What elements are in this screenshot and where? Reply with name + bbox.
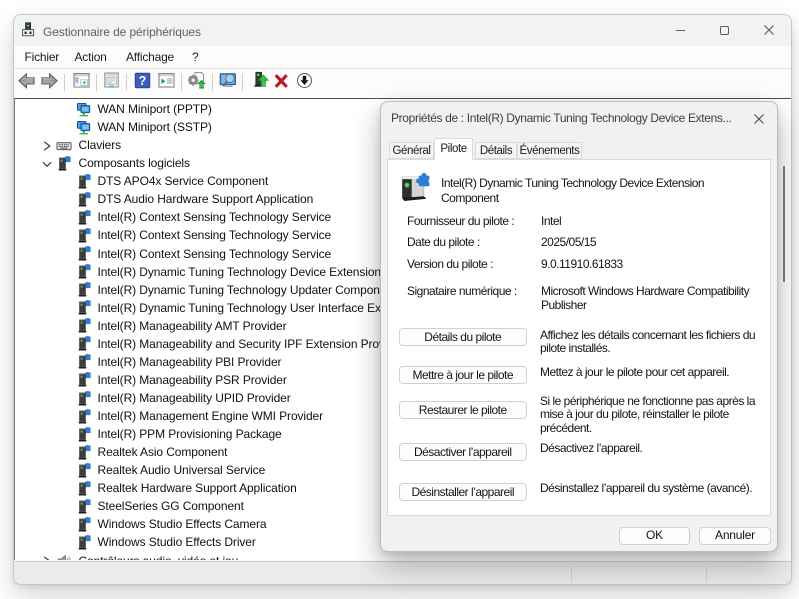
svg-text:?: ?	[139, 74, 147, 88]
